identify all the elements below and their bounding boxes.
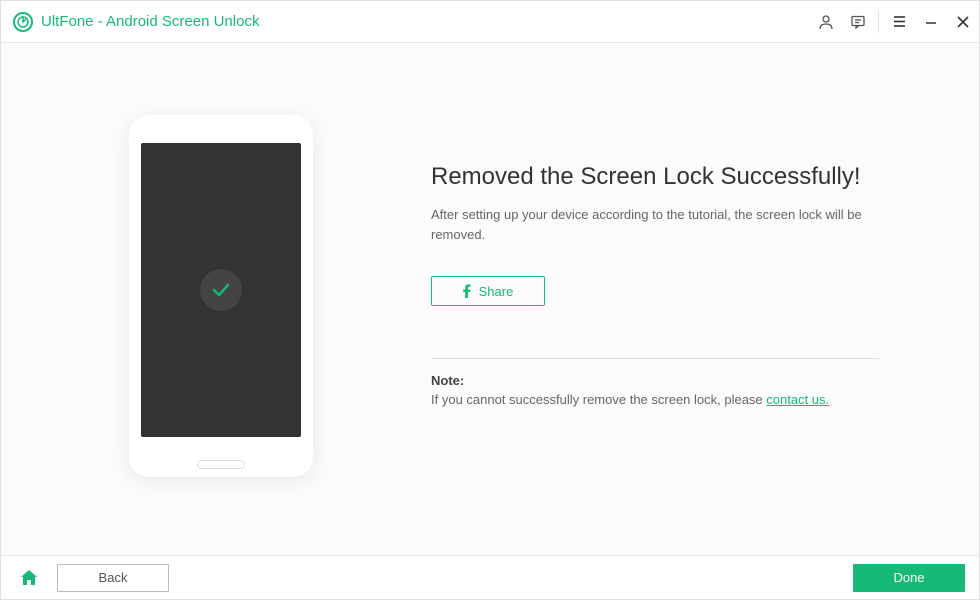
feedback-icon[interactable] [842, 1, 874, 43]
success-subtext: After setting up your device according t… [431, 205, 879, 244]
facebook-icon [463, 284, 471, 298]
app-title: UltFone - Android Screen Unlock [41, 13, 810, 30]
phone-column [51, 103, 391, 515]
minimize-icon[interactable] [915, 1, 947, 43]
menu-icon[interactable] [883, 1, 915, 43]
note-text-content: If you cannot successfully remove the sc… [431, 392, 766, 407]
close-icon[interactable] [947, 1, 979, 43]
text-column: Removed the Screen Lock Successfully! Af… [391, 103, 929, 515]
titlebar-divider [878, 11, 879, 33]
success-check-icon [200, 269, 242, 311]
phone-mockup [129, 115, 313, 477]
note-divider [431, 358, 879, 359]
home-icon[interactable] [15, 564, 43, 592]
contact-us-link[interactable]: contact us. [766, 392, 829, 407]
titlebar: UltFone - Android Screen Unlock [1, 1, 979, 43]
note-label: Note: [431, 373, 879, 388]
back-button[interactable]: Back [57, 564, 169, 592]
success-headline: Removed the Screen Lock Successfully! [431, 163, 879, 191]
app-logo-icon [13, 12, 33, 32]
footer-bar: Back Done [1, 555, 979, 599]
note-text: If you cannot successfully remove the sc… [431, 392, 879, 407]
user-icon[interactable] [810, 1, 842, 43]
content-area: Removed the Screen Lock Successfully! Af… [1, 43, 979, 555]
phone-screen [141, 143, 301, 437]
done-button[interactable]: Done [853, 564, 965, 592]
titlebar-controls [810, 1, 979, 42]
share-button-label: Share [479, 284, 514, 299]
phone-home-button [197, 460, 245, 469]
share-button[interactable]: Share [431, 276, 545, 306]
